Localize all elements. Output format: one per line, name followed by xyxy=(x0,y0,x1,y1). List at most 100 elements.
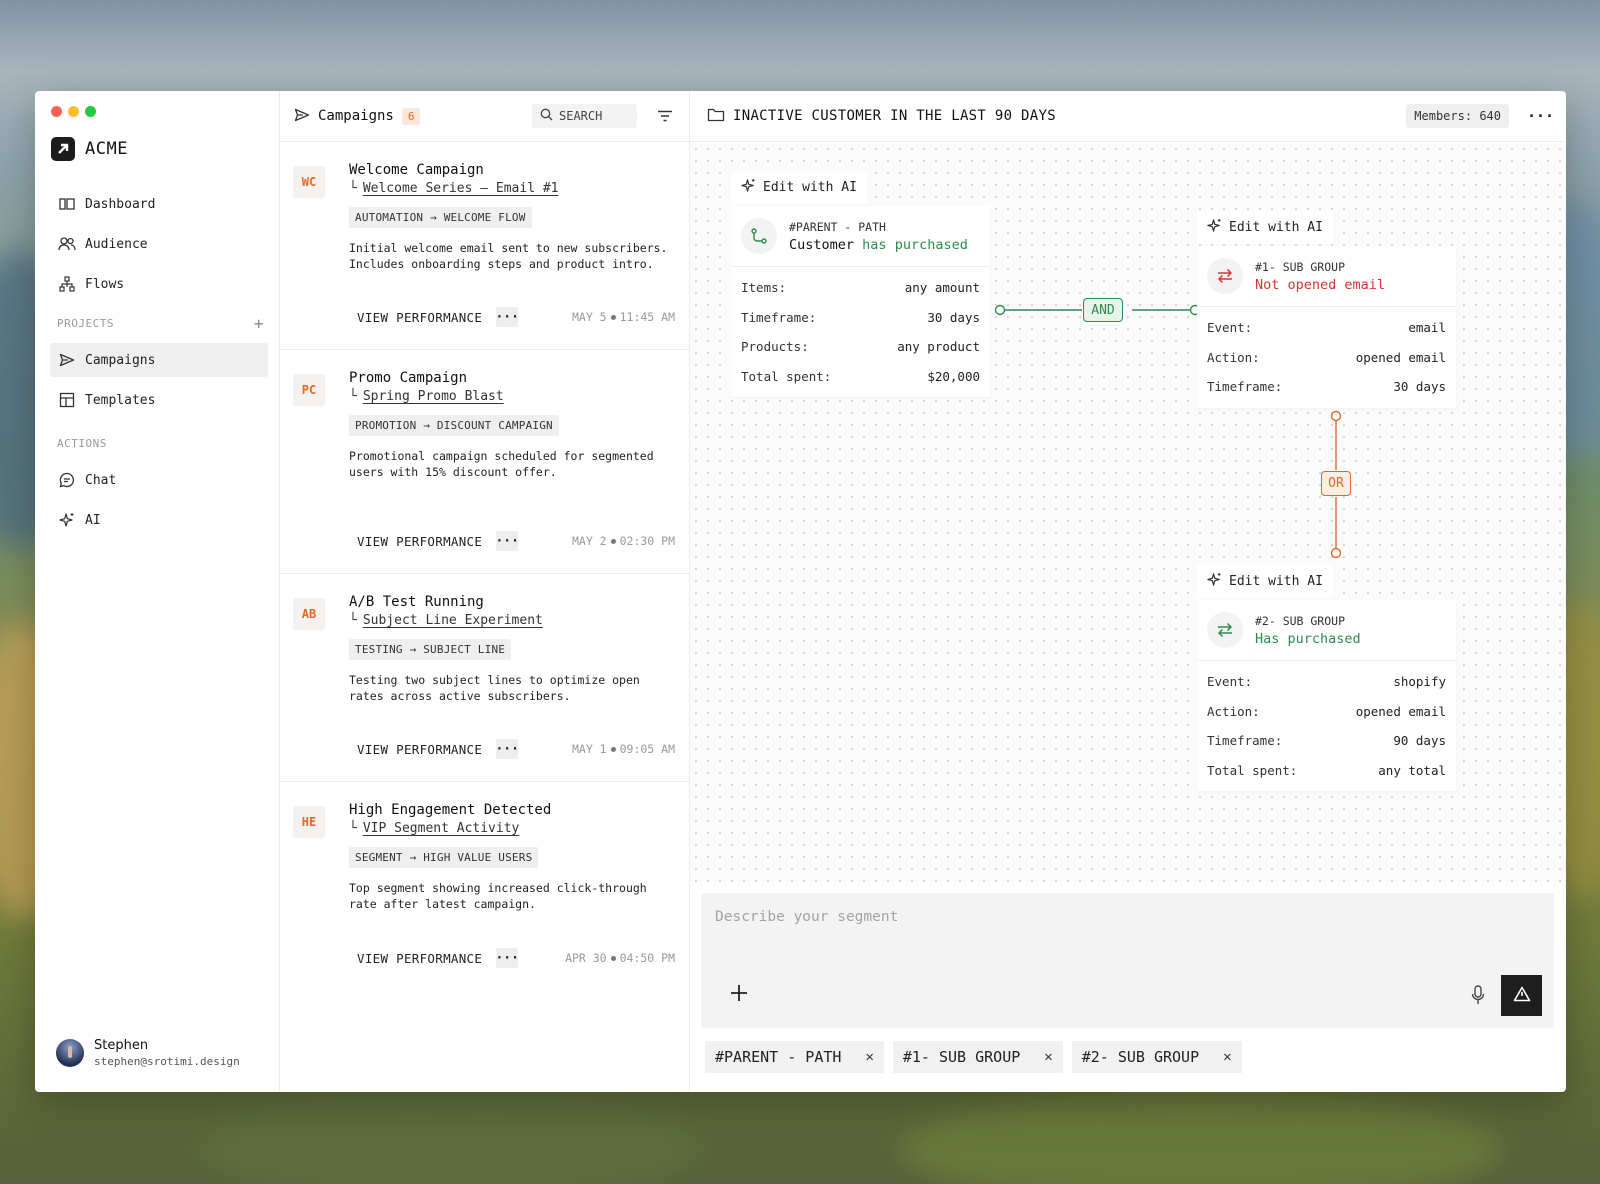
projects-section: PROJECTS + Campaigns Templates xyxy=(50,313,268,423)
row-key: Action: xyxy=(1207,703,1260,719)
and-operator[interactable]: AND xyxy=(1083,298,1123,322)
title-part: has xyxy=(862,237,887,253)
row-key: Action: xyxy=(1207,349,1260,365)
campaign-subtitle-link[interactable]: Subject Line Experiment xyxy=(363,613,543,628)
more-options-icon[interactable]: ··· xyxy=(495,307,519,327)
close-icon[interactable]: ✕ xyxy=(1044,1049,1052,1065)
actions-label: ACTIONS xyxy=(50,433,268,453)
node-row: Products: any product xyxy=(741,332,980,362)
close-icon[interactable]: ✕ xyxy=(1223,1049,1231,1065)
sidebar-item-campaigns[interactable]: Campaigns xyxy=(50,343,268,377)
swap-arrows-icon xyxy=(1207,258,1243,294)
campaign-tag: SEGMENT → HIGH VALUE USERS xyxy=(349,847,539,868)
add-project-icon[interactable]: + xyxy=(254,314,264,333)
campaign-initials: HE xyxy=(293,806,325,838)
more-options-icon[interactable]: ··· xyxy=(495,739,519,759)
acme-logo-icon xyxy=(51,137,75,161)
campaign-subtitle-link[interactable]: VIP Segment Activity xyxy=(363,821,520,836)
sidebar-item-ai[interactable]: AI xyxy=(50,503,268,537)
edit-with-ai-button[interactable]: Edit with AI xyxy=(1197,565,1333,598)
or-operator[interactable]: OR xyxy=(1321,471,1351,496)
chip-label: #1- SUB GROUP xyxy=(902,1048,1021,1066)
campaign-card[interactable]: WC Welcome Campaign └ Welcome Series – Em… xyxy=(280,142,689,350)
send-icon xyxy=(294,107,310,126)
avatar xyxy=(56,1039,84,1067)
branch-icon: └ xyxy=(349,389,357,404)
window-controls xyxy=(51,106,96,117)
node-row: Action: opened email xyxy=(1207,343,1446,373)
campaign-title: Welcome Campaign xyxy=(349,162,484,178)
add-attachment-icon[interactable] xyxy=(727,981,751,1005)
row-value: 90 days xyxy=(1393,733,1446,749)
campaign-card[interactable]: PC Promo Campaign └ Spring Promo Blast PR… xyxy=(280,350,689,574)
sidebar-item-chat[interactable]: Chat xyxy=(50,463,268,497)
sidebar: ACME Dashboard Audience Flows PROJECTS +… xyxy=(35,91,280,1092)
campaign-title: Promo Campaign xyxy=(349,370,468,386)
chip-label: #2- SUB GROUP xyxy=(1081,1048,1200,1066)
sub-group-2-node[interactable]: #2- SUB GROUP Has purchased Event: shopif… xyxy=(1197,600,1456,791)
view-performance-button[interactable]: VIEW PERFORMANCE xyxy=(357,951,482,966)
folder-icon xyxy=(707,107,725,126)
node-kicker: #PARENT - PATH xyxy=(789,220,886,234)
maximize-window-button[interactable] xyxy=(85,106,96,117)
time-text: 09:05 AM xyxy=(619,742,675,756)
node-chip[interactable]: #2- SUB GROUP ✕ xyxy=(1071,1041,1242,1073)
projects-label: PROJECTS + xyxy=(50,313,268,333)
minimize-window-button[interactable] xyxy=(68,106,79,117)
node-chip[interactable]: #PARENT - PATH ✕ xyxy=(705,1041,884,1073)
campaign-card[interactable]: HE High Engagement Detected └ VIP Segment… xyxy=(280,782,689,990)
submit-prompt-button[interactable] xyxy=(1501,975,1542,1016)
segment-header: INACTIVE CUSTOMER IN THE LAST 90 DAYS Me… xyxy=(690,91,1566,142)
node-header: #PARENT - PATH Customer has purchased xyxy=(731,206,990,267)
row-value: opened email xyxy=(1355,349,1446,365)
campaign-card[interactable]: AB A/B Test Running └ Subject Line Experi… xyxy=(280,574,689,782)
sidebar-item-audience[interactable]: Audience xyxy=(50,227,268,261)
row-key: Items: xyxy=(741,280,787,296)
node-header: #2- SUB GROUP Has purchased xyxy=(1197,600,1456,661)
sidebar-item-dashboard[interactable]: Dashboard xyxy=(50,187,268,221)
edit-with-ai-button[interactable]: Edit with AI xyxy=(731,171,867,204)
sidebar-item-label: Templates xyxy=(85,392,156,408)
segment-canvas[interactable]: AND OR Edit with AI #PARENT - PATH Custo… xyxy=(690,143,1566,882)
view-performance-button[interactable]: VIEW PERFORMANCE xyxy=(357,742,482,757)
sidebar-item-templates[interactable]: Templates xyxy=(50,383,268,417)
sidebar-item-flows[interactable]: Flows xyxy=(50,267,268,301)
row-value: any product xyxy=(897,339,980,355)
row-value: $20,000 xyxy=(927,368,980,384)
row-value: any amount xyxy=(904,280,980,296)
chat-icon xyxy=(58,471,76,489)
close-window-button[interactable] xyxy=(51,106,62,117)
filter-icon[interactable] xyxy=(655,106,675,126)
microphone-icon[interactable] xyxy=(1468,983,1488,1007)
segment-prompt-composer[interactable]: Describe your segment xyxy=(701,893,1554,1028)
more-options-icon[interactable]: ··· xyxy=(495,531,519,551)
edit-with-ai-button[interactable]: Edit with AI xyxy=(1197,211,1333,244)
node-row: Timeframe: 90 days xyxy=(1207,726,1446,756)
more-options-icon[interactable]: ··· xyxy=(495,948,519,968)
sidebar-item-label: Campaigns xyxy=(85,352,156,368)
view-performance-button[interactable]: VIEW PERFORMANCE xyxy=(357,310,482,325)
user-profile[interactable]: Stephen stephen@srotimi.design xyxy=(56,1038,240,1068)
node-title: Has purchased xyxy=(1255,631,1361,647)
campaign-subtitle-link[interactable]: Welcome Series – Email #1 xyxy=(363,181,559,196)
campaign-list-panel: Campaigns 6 SEARCH WC Welcome Campaign └… xyxy=(280,91,690,1092)
sub-group-1-node[interactable]: #1- SUB GROUP Not opened email Event: ema… xyxy=(1197,246,1456,408)
members-label: Members: xyxy=(1414,109,1473,123)
node-header: #1- SUB GROUP Not opened email xyxy=(1197,246,1456,307)
campaign-subtitle-link[interactable]: Spring Promo Blast xyxy=(363,389,504,404)
more-options-icon[interactable]: ··· xyxy=(1527,107,1554,125)
campaign-tag: AUTOMATION → WELCOME FLOW xyxy=(349,207,532,228)
parent-path-node[interactable]: #PARENT - PATH Customer has purchased It… xyxy=(731,206,990,397)
brand[interactable]: ACME xyxy=(51,137,128,161)
segment-prompt-input[interactable]: Describe your segment xyxy=(715,909,898,925)
view-performance-button[interactable]: VIEW PERFORMANCE xyxy=(357,534,482,549)
row-value: email xyxy=(1408,320,1446,336)
close-icon[interactable]: ✕ xyxy=(865,1049,873,1065)
members-badge: Members: 640 xyxy=(1406,104,1509,128)
node-row: Total spent: any total xyxy=(1207,756,1446,786)
search-button[interactable]: SEARCH xyxy=(532,104,637,128)
chip-label: #PARENT - PATH xyxy=(715,1048,842,1066)
node-row: Timeframe: 30 days xyxy=(741,303,980,333)
node-chip[interactable]: #1- SUB GROUP ✕ xyxy=(892,1041,1063,1073)
node-row: Event: shopify xyxy=(1207,667,1446,697)
